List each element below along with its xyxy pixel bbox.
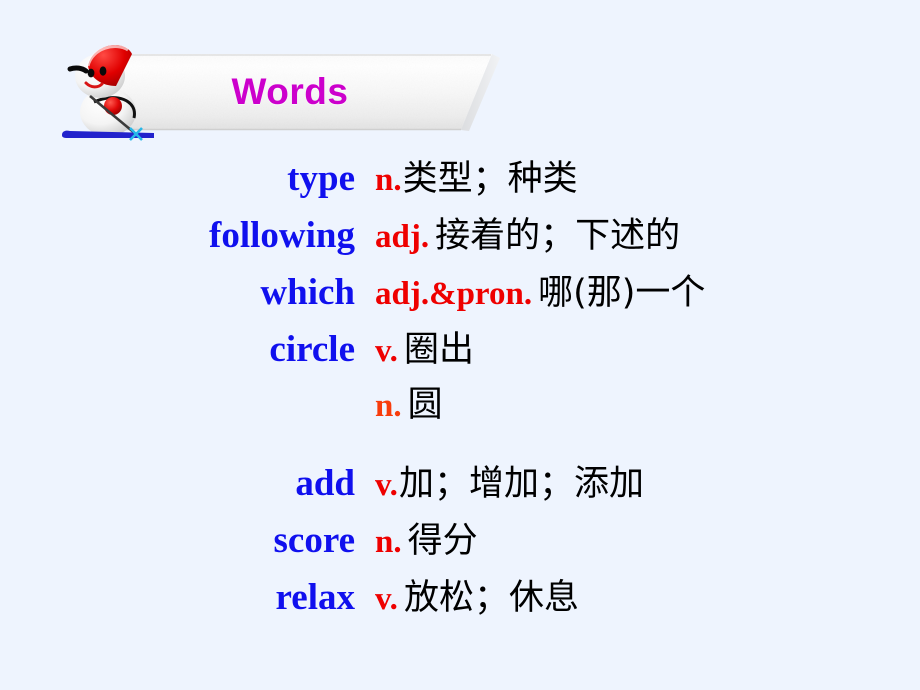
snowman-skier-icon (58, 36, 166, 142)
vocabulary-row: relax v. 放松；休息 (0, 579, 920, 636)
vocabulary-row: circle v. 圈出 (0, 331, 920, 388)
vocab-definition: 哪(那)一个 (538, 273, 706, 313)
vocab-part-of-speech: v. (375, 333, 398, 369)
vocab-definition: 类型；种类 (402, 159, 578, 199)
vocab-word: type (287, 158, 355, 199)
vocabulary-row: score n. 得分 (0, 522, 920, 579)
vocab-word: circle (269, 329, 355, 370)
vocab-word: which (260, 272, 355, 313)
vocab-definition: 圆 (407, 385, 443, 425)
snowman-svg (62, 44, 154, 141)
vocab-part-of-speech: n. (375, 524, 402, 560)
vocab-definition: 加；增加；添加 (398, 464, 644, 504)
vocab-word: score (273, 520, 356, 561)
vocab-word: relax (275, 577, 355, 618)
title-banner: Words (58, 36, 528, 142)
vocabulary-row: which adj.&pron. 哪(那)一个 (0, 274, 920, 331)
vocab-definition: 接着的；下述的 (435, 216, 681, 256)
vocab-word: add (295, 463, 355, 504)
page-title: Words (231, 71, 349, 112)
slide-canvas: Words type n. 类型；种类 following adj. 接着的；下… (0, 0, 920, 690)
vocab-part-of-speech: v. (375, 581, 398, 617)
vocab-word: following (209, 215, 355, 256)
vocab-definition: 圈出 (403, 330, 474, 370)
vocab-part-of-speech: v. (375, 467, 398, 503)
vocab-definition: 放松；休息 (403, 578, 579, 618)
vocabulary-row: type n. 类型；种类 (0, 160, 920, 217)
vocab-part-of-speech: adj.&pron. (375, 276, 533, 312)
vocab-definition: 得分 (407, 521, 478, 561)
vocab-part-of-speech: n. (375, 162, 402, 198)
vocabulary-row: following adj. 接着的；下述的 (0, 217, 920, 274)
vocabulary-row-continuation: n. 圆 (0, 388, 920, 445)
vocab-part-of-speech: n. (375, 388, 402, 424)
vocabulary-row: add v. 加；增加；添加 (0, 465, 920, 522)
vocab-part-of-speech: adj. (375, 219, 430, 255)
vocabulary-list: type n. 类型；种类 following adj. 接着的；下述的 whi… (0, 160, 920, 636)
